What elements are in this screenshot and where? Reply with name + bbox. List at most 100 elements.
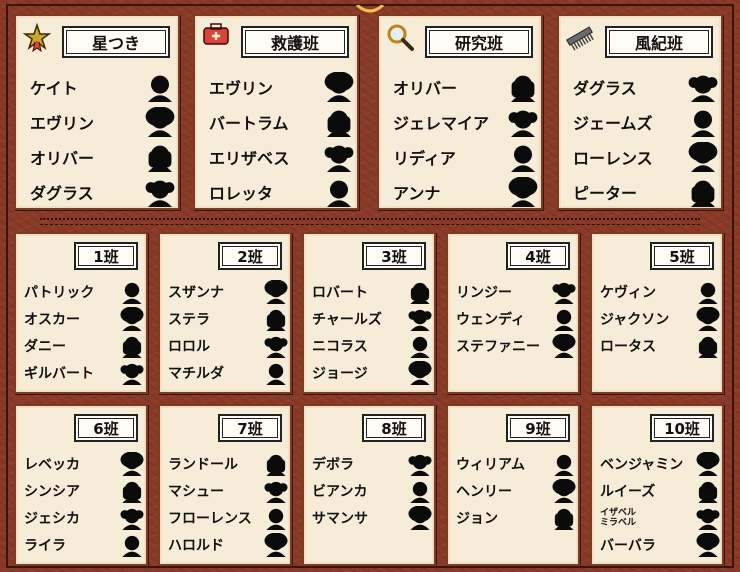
member-row: ジェレマイア (393, 107, 538, 137)
squad-title: 5班 (650, 242, 714, 270)
member-name: ニコラス (312, 339, 368, 355)
character-silhouette-icon (696, 533, 720, 557)
member-name: ジョージ (312, 366, 368, 382)
character-silhouette-icon (120, 506, 144, 530)
member-row: ウィリアム (456, 452, 576, 476)
member-row: ロータス (600, 334, 720, 358)
member-row: パトリック (24, 280, 144, 304)
member-name: ビアンカ (312, 484, 368, 500)
member-row: バートラム (209, 107, 354, 137)
member-name: デボラ (312, 457, 354, 473)
squad-card-3[interactable]: 3班ロバート チャールズ ニコラス ジョージ (302, 232, 436, 394)
character-silhouette-icon (145, 72, 175, 102)
character-silhouette-icon (324, 72, 354, 102)
character-silhouette-icon (264, 479, 288, 503)
squad-card-2[interactable]: 2班 スザンナ ステラ ロロル マチルダ (158, 232, 292, 394)
magnifying-glass-icon (385, 22, 415, 56)
member-row: ケヴィン (600, 280, 720, 304)
member-name: アンナ (393, 184, 441, 203)
member-row: エリザベス (209, 142, 354, 172)
squad-card-5[interactable]: 5班ケヴィン ジャクソン ロータス (590, 232, 724, 394)
character-silhouette-icon (696, 280, 720, 304)
character-silhouette-icon (408, 361, 432, 385)
member-name: オリバー (30, 149, 95, 168)
group-card-3[interactable]: 研究班 オリバー ジェレマイア リディア アンナ (377, 14, 543, 210)
member-name: スザンナ (168, 285, 224, 301)
group-card-1[interactable]: 星つき ケイト エヴリン オリバー ダグラス (14, 14, 180, 210)
member-row: リンジー (456, 280, 576, 304)
character-silhouette-icon (688, 107, 718, 137)
character-silhouette-icon (145, 142, 175, 172)
member-row: ロレッタ (209, 177, 354, 207)
character-silhouette-icon (120, 361, 144, 385)
member-name: ベンジャミン (600, 457, 684, 473)
character-silhouette-icon (552, 307, 576, 331)
member-name: チャールズ (312, 312, 382, 328)
squad-card-7[interactable]: 7班 ランドール マシュー フローレンス ハロルド (158, 404, 292, 566)
squad-card-9[interactable]: 9班 ウィリアム ヘンリー ジョン (446, 404, 580, 566)
group-card-4[interactable]: 風紀班 ダグラス ジェームズ ローレンス ピーター (557, 14, 723, 210)
character-silhouette-icon (408, 452, 432, 476)
member-row: ステファニー (456, 334, 576, 358)
member-row: ダグラス (573, 72, 718, 102)
member-name: ステファニー (456, 339, 540, 355)
member-name: リディア (393, 149, 456, 168)
member-name: エリザベス (209, 149, 290, 168)
character-silhouette-icon (508, 177, 538, 207)
member-name: レベッカ (24, 457, 80, 473)
squad-title: 1班 (74, 242, 138, 270)
member-row: ダニー (24, 334, 144, 358)
member-name: ピーター (573, 184, 638, 203)
member-name: マシュー (168, 484, 224, 500)
squad-title: 3班 (362, 242, 426, 270)
member-name: ロバート (312, 285, 368, 301)
character-silhouette-icon (120, 533, 144, 557)
member-name: ダグラス (30, 184, 94, 203)
member-name: ローレンス (573, 149, 653, 168)
character-silhouette-icon (324, 107, 354, 137)
squad-card-8[interactable]: 8班 デボラ ビアンカ サマンサ (302, 404, 436, 566)
member-name: オリバー (393, 79, 458, 98)
member-row: ライラ (24, 533, 144, 557)
member-row: ロロル (168, 334, 288, 358)
member-name: オスカー (24, 312, 80, 328)
section-divider (40, 218, 700, 225)
member-name: サマンサ (312, 511, 368, 527)
member-name: エヴリン (30, 114, 95, 133)
squad-card-4[interactable]: 4班 リンジー ウェンディ ステファニー (446, 232, 580, 394)
member-name: シンシア (24, 484, 80, 500)
member-name: エヴリン (209, 79, 274, 98)
member-row: オスカー (24, 307, 144, 331)
member-row: ウェンディ (456, 307, 576, 331)
squad-card-10[interactable]: 10班 ベンジャミン ルイーズ イザベル ミラベル バーバラ (590, 404, 724, 566)
member-name: ジェレマイア (393, 114, 490, 133)
member-name: ジャクソン (600, 312, 670, 328)
member-row: エヴリン (209, 72, 354, 102)
squad-card-6[interactable]: 6班 レベッカ シンシア ジェシカ ライラ (14, 404, 148, 566)
member-row: ロバート (312, 280, 432, 304)
member-row: ジェシカ (24, 506, 144, 530)
character-silhouette-icon (508, 142, 538, 172)
member-row: マチルダ (168, 361, 288, 385)
member-name: フローレンス (168, 511, 252, 527)
member-name: ハロルド (168, 538, 224, 554)
character-silhouette-icon (264, 533, 288, 557)
member-row: ローレンス (573, 142, 718, 172)
member-name: ロロル (168, 339, 210, 355)
squad-title: 8班 (362, 414, 426, 442)
character-silhouette-icon (264, 307, 288, 331)
member-row: ニコラス (312, 334, 432, 358)
member-name-pair: イザベル ミラベル (600, 508, 636, 528)
member-name: バートラム (209, 114, 289, 133)
character-silhouette-icon (696, 452, 720, 476)
member-name: ギルバート (24, 366, 94, 382)
group-card-2[interactable]: 救護班 エヴリン バートラム エリザベス ロレッタ (193, 14, 359, 210)
member-name: ライラ (24, 538, 66, 554)
character-silhouette-icon (408, 334, 432, 358)
member-row: レベッカ (24, 452, 144, 476)
character-silhouette-icon (264, 361, 288, 385)
squad-card-1[interactable]: 1班パトリック オスカー ダニー ギルバート (14, 232, 148, 394)
member-name: ジェシカ (24, 511, 80, 527)
character-silhouette-icon (408, 506, 432, 530)
squad-title: 9班 (506, 414, 570, 442)
